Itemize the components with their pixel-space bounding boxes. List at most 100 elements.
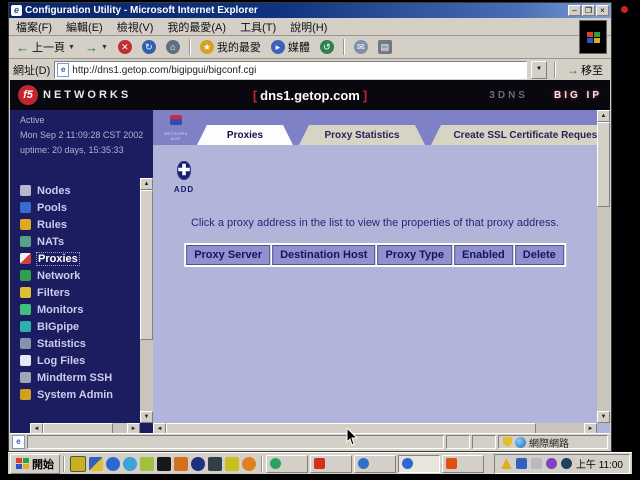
sidebar-item-network[interactable]: Network <box>20 267 137 284</box>
start-button[interactable]: 開始 <box>10 454 60 474</box>
back-dropdown-icon[interactable]: ▼ <box>68 44 75 51</box>
maximize-button[interactable]: ❐ <box>582 5 595 16</box>
add-icon: ✚ <box>177 161 192 180</box>
tray-icon[interactable] <box>516 458 527 469</box>
task-buttons <box>266 455 484 473</box>
rules-icon <box>20 219 31 230</box>
browser-window: e Configuration Utility - Microsoft Inte… <box>8 2 612 452</box>
media-button[interactable]: ▸ 媒體 <box>267 38 314 56</box>
media-icon: ▸ <box>271 40 285 54</box>
menu-view[interactable]: 檢視(V) <box>110 19 161 35</box>
task-icon <box>402 458 413 469</box>
scrollbar-thumb[interactable] <box>140 190 153 340</box>
menu-tools[interactable]: 工具(T) <box>233 19 283 35</box>
tab-create-ssl-certificate-request[interactable]: Create SSL Certificate Request <box>431 125 597 145</box>
sidebar-item-proxies[interactable]: Proxies <box>20 250 137 267</box>
scrollbar-thumb[interactable] <box>597 122 610 207</box>
network-map-icon <box>170 115 182 125</box>
refresh-button[interactable]: ↻ <box>138 39 160 55</box>
sidebar-item-label: NATs <box>37 236 64 248</box>
menu-bar: 檔案(F) 編輯(E) 檢視(V) 我的最愛(A) 工具(T) 說明(H) <box>9 18 611 36</box>
menu-file[interactable]: 檔案(F) <box>9 19 59 35</box>
sidebar-item-monitors[interactable]: Monitors <box>20 301 137 318</box>
sidebar-item-bigpipe[interactable]: BIGpipe <box>20 318 137 335</box>
mouse-cursor <box>346 428 358 446</box>
close-button[interactable]: × <box>596 5 609 16</box>
quicklaunch-icon[interactable] <box>123 457 137 471</box>
address-input[interactable]: e http://dns1.getop.com/bigipgui/bigconf… <box>54 61 527 79</box>
mail-icon: ✉ <box>354 40 368 54</box>
task-button[interactable] <box>442 455 484 473</box>
forward-dropdown-icon[interactable]: ▼ <box>101 44 108 51</box>
task-icon <box>358 458 369 469</box>
go-button[interactable]: → 移至 <box>563 61 607 79</box>
link-3dns[interactable]: 3DNS <box>489 90 528 101</box>
tray-icon[interactable] <box>546 458 557 469</box>
menu-favorites[interactable]: 我的最愛(A) <box>160 19 233 35</box>
scroll-down-icon[interactable]: ▼ <box>140 411 153 423</box>
link-bigip[interactable]: BIG IP <box>554 90 602 101</box>
status-pane <box>446 435 470 449</box>
tray-icon[interactable] <box>561 458 572 469</box>
home-button[interactable]: ⌂ <box>162 39 184 55</box>
sidebar-item-statistics[interactable]: Statistics <box>20 335 137 352</box>
content-frame: NETWORK MAP Proxies Proxy Statistics Cre… <box>153 110 610 434</box>
product-links: 3DNS BIG IP <box>489 90 602 101</box>
address-dropdown-button[interactable]: ▼ <box>531 61 547 79</box>
content-vertical-scrollbar[interactable]: ▲ ▼ <box>597 110 610 423</box>
task-button[interactable] <box>266 455 308 473</box>
quicklaunch-icon[interactable] <box>140 457 154 471</box>
print-button[interactable]: ▤ <box>374 39 396 55</box>
task-icon <box>314 458 325 469</box>
sidebar-vertical-scrollbar[interactable]: ▲ ▼ <box>140 178 153 423</box>
stop-button[interactable]: ✕ <box>114 39 136 55</box>
sidebar-item-pools[interactable]: Pools <box>20 199 137 216</box>
menu-help[interactable]: 說明(H) <box>283 19 334 35</box>
favorites-button[interactable]: ★ 我的最愛 <box>196 38 265 56</box>
address-label: 網址(D) <box>13 62 50 78</box>
scroll-up-icon[interactable]: ▲ <box>597 110 610 122</box>
scroll-down-icon[interactable]: ▼ <box>597 411 610 423</box>
network-map-button[interactable]: NETWORK MAP <box>159 112 193 141</box>
title-bar: e Configuration Utility - Microsoft Inte… <box>9 3 611 18</box>
instruction-text: Click a proxy address in the list to vie… <box>153 217 597 229</box>
tab-proxies[interactable]: Proxies <box>197 125 293 145</box>
sidebar-item-filters[interactable]: Filters <box>20 284 137 301</box>
sidebar-item-mindterm-ssh[interactable]: Mindterm SSH <box>20 369 137 386</box>
quicklaunch-icon[interactable] <box>157 457 171 471</box>
sidebar-item-nodes[interactable]: Nodes <box>20 182 137 199</box>
back-button[interactable]: ← 上一頁 ▼ <box>12 38 79 56</box>
system-tray: 上午 11:00 <box>494 454 630 474</box>
f5-site-header: f5 NETWORKS [dns1.getop.com] 3DNS BIG IP <box>10 80 610 110</box>
taskbar-clock[interactable]: 上午 11:00 <box>576 456 623 471</box>
menu-edit[interactable]: 編輯(E) <box>59 19 110 35</box>
quicklaunch-icon[interactable] <box>89 457 103 471</box>
tray-icon[interactable] <box>531 458 542 469</box>
quicklaunch-icon[interactable] <box>174 457 188 471</box>
quicklaunch-icon[interactable] <box>208 457 222 471</box>
add-proxy-button[interactable]: ✚ ADD <box>169 158 199 194</box>
quicklaunch-icon[interactable] <box>191 457 205 471</box>
task-button[interactable] <box>354 455 396 473</box>
ie-quicklaunch-icon[interactable] <box>106 457 120 471</box>
quicklaunch-icon[interactable] <box>70 456 86 472</box>
active-task-button[interactable] <box>398 455 440 473</box>
quicklaunch-icon[interactable] <box>242 457 256 471</box>
scroll-up-icon[interactable]: ▲ <box>140 178 153 190</box>
refresh-icon: ↻ <box>142 40 156 54</box>
mail-button[interactable]: ✉ <box>350 39 372 55</box>
tray-icon[interactable] <box>501 458 512 469</box>
task-button[interactable] <box>310 455 352 473</box>
history-button[interactable]: ↺ <box>316 39 338 55</box>
forward-button[interactable]: → ▼ <box>81 39 112 56</box>
quicklaunch-icon[interactable] <box>225 457 239 471</box>
minimize-button[interactable]: – <box>568 5 581 16</box>
sidebar-item-nats[interactable]: NATs <box>20 233 137 250</box>
log-files-icon <box>20 355 31 366</box>
tab-proxy-statistics[interactable]: Proxy Statistics <box>299 125 425 145</box>
sidebar-item-rules[interactable]: Rules <box>20 216 137 233</box>
history-icon: ↺ <box>320 40 334 54</box>
sidebar-item-log-files[interactable]: Log Files <box>20 352 137 369</box>
url-text: http://dns1.getop.com/bigipgui/bigconf.c… <box>72 65 256 76</box>
sidebar-item-system-admin[interactable]: System Admin <box>20 386 137 403</box>
